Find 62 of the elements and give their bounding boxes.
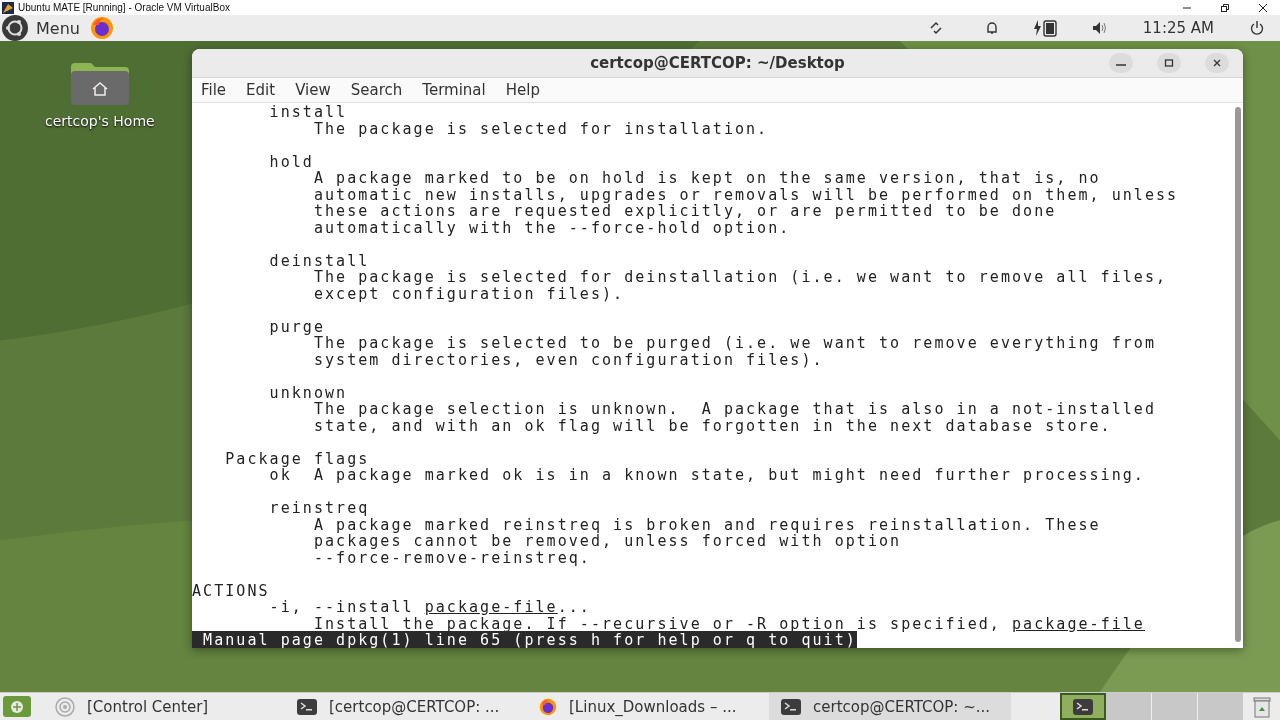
battery-icon[interactable] (1032, 19, 1059, 37)
clock[interactable]: 11:25 AM (1142, 19, 1214, 37)
terminal-line: automatically with the --force-hold option. (312, 219, 792, 236)
terminal-line: The package selection is unknown. A package that is also in a not-installed (312, 401, 1158, 418)
terminal-line: deinstall (268, 252, 371, 269)
minimize-button[interactable] (1109, 53, 1133, 73)
terminal-line: ACTIONS (192, 582, 271, 599)
close-button[interactable] (1205, 53, 1229, 73)
taskbar-item[interactable]: [certcop@CERTCOP: ... (285, 693, 527, 720)
close-icon[interactable] (1258, 2, 1268, 13)
menu-item[interactable]: Search (350, 81, 403, 99)
terminal-icon (297, 698, 317, 715)
menu-item[interactable]: Terminal (422, 81, 486, 99)
desktop-icon-label[interactable]: certcop's Home (45, 113, 155, 129)
terminal-line: A package marked reinstreq is broken and requires reinstallation. These (313, 516, 1102, 533)
firefox-icon (89, 16, 114, 40)
terminal-line: unknown (268, 384, 349, 401)
terminal-line: -i, --install package-file... (268, 599, 592, 616)
terminal-line: reinstreq (268, 500, 371, 517)
terminal-line: except configuration files). (312, 285, 626, 302)
menu-item[interactable]: File (201, 81, 227, 99)
power-icon[interactable] (1248, 20, 1266, 36)
terminal-line: A package marked to be on hold is kept on the same version, that is, no (312, 170, 1102, 187)
control-center-icon (55, 696, 75, 717)
terminal-line: Package flags (224, 450, 371, 467)
terminal-line: these actions are requested explicitly, or are permitted to be done (312, 203, 1058, 220)
terminal-line: install (268, 104, 349, 121)
terminal-line: purge (268, 318, 326, 335)
terminal-line: system directories, even configuration files). (312, 351, 825, 368)
menu-item[interactable]: Edit (246, 81, 276, 99)
trash-icon[interactable] (1252, 695, 1272, 718)
host-window-title: Ubuntu MATE [Running] - Oracle VM VirtualBox (18, 2, 230, 13)
terminal-line: state, and with an ok flag will be forgotten in the next database store. (312, 417, 1113, 434)
speaker-icon[interactable] (1090, 20, 1109, 36)
terminal-line: packages cannot be removed, unless forced with option (312, 533, 903, 550)
taskbar-item[interactable]: certcop@CERTCOP: ~... (769, 693, 1011, 720)
terminal-line: hold (268, 153, 314, 170)
terminal-line: ok A package marked ok is in a known state, but might need further processing. (269, 467, 1146, 484)
terminal-icon (1073, 698, 1093, 715)
menu-item[interactable]: Help (505, 81, 540, 99)
terminal-line: Install the package. If --recursive or -R option is specified, package-file (312, 615, 1146, 632)
ubuntu-logo-icon (2, 15, 28, 41)
virtualbox-icon (2, 1, 14, 14)
terminal-line: automatic new installs, upgrades or removals will be performed on them, unless (312, 186, 1180, 203)
terminal-line: The package is selected for deinstallation (i.e. we want to remove all files, (312, 269, 1169, 286)
show-desktop-button[interactable] (3, 696, 31, 717)
menu-item[interactable]: View (295, 81, 331, 99)
menu-button[interactable]: Menu (2, 15, 80, 41)
taskbar-item[interactable]: [Linux_Downloads – ... (527, 693, 769, 720)
scrollbar[interactable] (1235, 107, 1241, 642)
terminal-line: The package is selected to be purged (i.e. we want to remove everything from (313, 335, 1158, 352)
terminal-icon (781, 698, 801, 715)
taskbar-item[interactable]: [Control Center] (43, 693, 285, 720)
window-title: certcop@CERTCOP: ~/Desktop (590, 54, 845, 72)
terminal-line: --force-remove-reinstreq. (312, 549, 592, 566)
minimize-icon (1116, 64, 1126, 66)
maximize-button[interactable] (1157, 53, 1181, 73)
firefox-icon (539, 697, 557, 716)
terminal-line: The package is selected for installation. (312, 120, 770, 137)
home-folder-icon[interactable] (70, 63, 129, 105)
restore-icon[interactable] (1220, 2, 1230, 13)
workspace-switcher-cell[interactable] (1060, 693, 1106, 720)
